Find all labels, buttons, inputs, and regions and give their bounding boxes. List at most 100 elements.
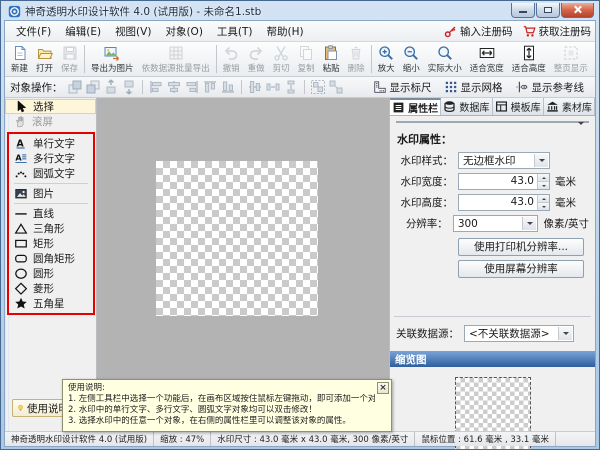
move-layer-down-icon [121, 79, 137, 95]
menu-tools[interactable]: 工具(T) [210, 22, 260, 41]
width-label: 水印宽度： [400, 176, 454, 188]
close-button[interactable] [561, 2, 594, 18]
use-printer-dpi-button[interactable]: 使用打印机分辨率... [458, 238, 584, 256]
distribute-horizontal-icon [265, 79, 281, 95]
scissors-icon [273, 45, 289, 61]
menu-file[interactable]: 文件(F) [9, 22, 58, 41]
tool-multi-line-text[interactable]: A 多行文字 [9, 151, 93, 166]
tool-diamond[interactable]: 菱形 [9, 281, 93, 296]
width-decrease-button[interactable] [538, 182, 549, 189]
dropdown-arrow-icon [558, 327, 572, 340]
align-center-icon [166, 79, 182, 95]
minimize-button[interactable] [511, 2, 535, 18]
actual-size-button[interactable]: 实际大小 [424, 42, 466, 76]
datasource-label: 关联数据源： [396, 328, 459, 340]
open-button[interactable]: 打开 [32, 42, 57, 76]
image-icon [14, 187, 28, 200]
grid-icon [444, 80, 458, 94]
datasource-dropdown[interactable]: <不关联数据源> [464, 325, 574, 342]
cursor-arrow-icon [14, 100, 28, 113]
tooltip-close-button[interactable]: × [377, 382, 389, 394]
app-window: 神奇透明水印设计软件 4.0 (试用版) - 未命名1.stb 文件(F) 编辑… [0, 0, 600, 450]
height-stepper[interactable]: 43.0 [458, 194, 550, 211]
bring-to-front-icon [67, 79, 83, 95]
width-increase-button[interactable] [538, 174, 549, 182]
dpi-label: 分辨率： [405, 218, 448, 230]
enter-register-code-link[interactable]: 输入注册码 [444, 24, 513, 39]
dpi-dropdown[interactable]: 300 [452, 215, 539, 232]
multi-line-text-icon: A [14, 152, 28, 165]
zoom-in-button[interactable]: 放大 [374, 42, 399, 76]
tab-database[interactable]: 数据库 [441, 98, 493, 115]
use-screen-dpi-button[interactable]: 使用屏幕分辨率 [458, 260, 584, 278]
menu-object[interactable]: 对象(O) [158, 22, 209, 41]
diamond-icon [14, 282, 28, 295]
show-guides-button[interactable]: 显示参考线 [509, 78, 591, 97]
copy-button: 复制 [294, 42, 319, 76]
cut-button: 剪切 [269, 42, 294, 76]
height-label: 水印高度： [400, 197, 454, 209]
watermark-style-dropdown[interactable]: 无边框水印 [458, 152, 550, 169]
tool-single-line-text[interactable]: A 单行文字 [9, 136, 93, 151]
single-line-text-icon: A [14, 137, 28, 150]
menu-help[interactable]: 帮助(H) [260, 22, 311, 41]
tab-templates[interactable]: 模板库 [493, 98, 544, 115]
align-left-icon [148, 79, 164, 95]
menu-bar: 文件(F) 编辑(E) 视图(V) 对象(O) 工具(T) 帮助(H) 输入注册… [5, 21, 595, 42]
tool-star[interactable]: 五角星 [9, 296, 93, 311]
get-register-code-label: 获取注册码 [538, 25, 592, 38]
tooltip-title: 使用说明: [68, 383, 105, 393]
height-decrease-button[interactable] [538, 203, 549, 210]
save-icon [62, 45, 78, 61]
window-title: 神奇透明水印设计软件 4.0 (试用版) - 未命名1.stb [25, 5, 262, 18]
enter-register-code-label: 输入注册码 [460, 25, 513, 38]
tab-materials[interactable]: 素材库 [544, 98, 595, 115]
watermark-artboard[interactable] [156, 161, 318, 316]
export-image-button[interactable]: 导出为图片 [87, 42, 138, 76]
show-grid-button[interactable]: 显示网格 [438, 78, 509, 97]
new-button[interactable]: 新建 [7, 42, 32, 76]
panel-tabs: 属性栏 数据库 模板库 素材库 [390, 98, 595, 116]
tool-line[interactable]: 直线 [9, 206, 93, 221]
triangle-icon [14, 222, 28, 235]
fit-height-button[interactable]: 适合高度 [508, 42, 550, 76]
menu-view[interactable]: 视图(V) [108, 22, 158, 41]
tool-select[interactable]: 选择 [5, 99, 96, 114]
fit-width-button[interactable]: 适合宽度 [466, 42, 508, 76]
object-selector-dropdown[interactable] [396, 121, 589, 123]
tool-image[interactable]: 图片 [9, 186, 93, 201]
tool-triangle[interactable]: 三角形 [9, 221, 93, 236]
guides-icon [515, 80, 529, 94]
full-page-button: 整页显示 [550, 42, 592, 76]
tool-circle[interactable]: 圆形 [9, 266, 93, 281]
object-ops-label: 对象操作： [10, 81, 63, 94]
move-layer-up-icon [103, 79, 119, 95]
get-register-code-link[interactable]: 获取注册码 [523, 24, 592, 39]
height-increase-button[interactable] [538, 195, 549, 203]
lightbulb-icon [17, 401, 24, 415]
tool-arc-text[interactable]: 圆弧文字 [9, 166, 93, 181]
show-ruler-button[interactable]: 显示标尺 [367, 78, 438, 97]
send-to-back-icon [85, 79, 101, 95]
paste-icon [323, 44, 339, 61]
cart-icon [523, 25, 536, 38]
tool-rounded-rectangle[interactable]: 圆角矩形 [9, 251, 93, 266]
title-bar[interactable]: 神奇透明水印设计软件 4.0 (试用版) - 未命名1.stb [4, 1, 596, 20]
zoom-out-button[interactable]: 缩小 [399, 42, 424, 76]
save-button: 保存 [57, 42, 82, 76]
close-icon [573, 5, 582, 14]
tool-rectangle[interactable]: 矩形 [9, 236, 93, 251]
maximize-button[interactable] [536, 2, 560, 18]
menu-edit[interactable]: 编辑(E) [58, 22, 108, 41]
paste-button[interactable]: 粘贴 [319, 42, 344, 76]
status-app-name: 神奇透明水印设计软件 4.0 (试用版) [5, 432, 155, 446]
fit-width-icon [479, 45, 495, 61]
toolbar-divider [370, 45, 372, 73]
properties-list-icon [392, 101, 405, 114]
distribute-vertical-icon [283, 79, 299, 95]
copy-icon [298, 45, 314, 61]
tab-properties[interactable]: 属性栏 [390, 98, 442, 115]
svg-text:A: A [15, 153, 22, 163]
redo-icon [248, 45, 264, 61]
width-stepper[interactable]: 43.0 [458, 173, 550, 190]
